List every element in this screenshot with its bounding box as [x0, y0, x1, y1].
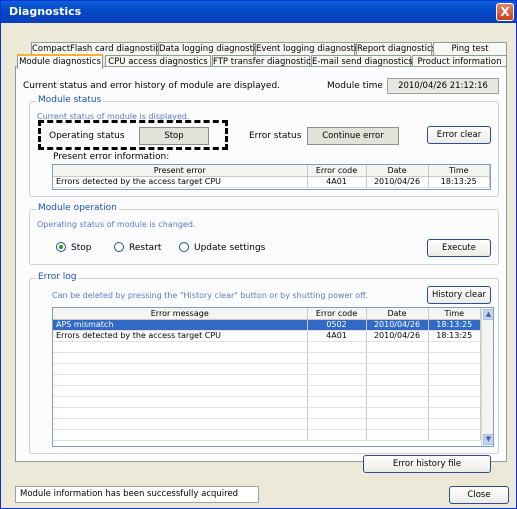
column-time: Time [428, 165, 490, 177]
cell-time: 18:13:25 [428, 176, 490, 188]
empty-row [53, 407, 481, 419]
empty-row [53, 418, 481, 430]
column-date: Date [366, 308, 429, 320]
cell-time: 18:13:25 [428, 330, 481, 342]
column-error-message: Error message [53, 308, 308, 320]
module-status-legend: Module status [36, 95, 104, 105]
title-bar: Diagnostics X [1, 1, 516, 23]
error-status-label: Error status [249, 131, 302, 141]
error-log-legend: Error log [36, 272, 79, 282]
table-row[interactable]: APS mismatch 0502 2010/04/26 18:13:25 [53, 319, 481, 331]
error-history-file-button[interactable]: Error history file [363, 455, 491, 473]
operating-status-label: Operating status [49, 131, 125, 141]
present-error-table: Present error Error code Date Time Error… [52, 164, 491, 190]
radio-restart[interactable] [114, 242, 124, 252]
radio-selected-dot [59, 245, 63, 249]
column-date: Date [366, 165, 429, 177]
tab-data-logging-diagnostics[interactable]: Data logging diagnostics [158, 42, 264, 56]
status-bar: Module information has been successfully… [15, 486, 259, 503]
empty-row [53, 396, 481, 408]
module-time-label: Module time [327, 81, 383, 91]
radio-stop-label[interactable]: Stop [71, 243, 91, 253]
tab-event-logging-diagnostics[interactable]: Event logging diagnostics [255, 42, 365, 56]
operating-status-value: Stop [139, 127, 209, 145]
error-status-value: Continue error [307, 127, 399, 145]
module-time-value: 2010/04/26 21:12:16 [387, 78, 499, 94]
radio-update-settings[interactable] [179, 242, 189, 252]
column-error-code: Error code [307, 165, 367, 177]
present-error-label: Present error information: [53, 152, 170, 162]
scroll-up-icon[interactable]: ▲ [483, 309, 493, 320]
radio-stop[interactable] [56, 242, 66, 252]
empty-row [53, 429, 481, 441]
scroll-down-icon[interactable]: ▼ [483, 434, 493, 445]
tab-ping-test[interactable]: Ping test [433, 42, 507, 56]
table-row[interactable]: Errors detected by the access target CPU… [53, 330, 481, 342]
cell-error-code: 4A01 [307, 330, 367, 342]
cell-date: 2010/04/26 [366, 319, 429, 331]
empty-row [53, 374, 481, 386]
empty-row [53, 363, 481, 375]
radio-update-settings-label[interactable]: Update settings [194, 243, 265, 253]
vertical-scrollbar[interactable]: ▲ ▼ [481, 308, 493, 446]
cell-time: 18:13:25 [428, 319, 481, 331]
error-clear-button[interactable]: Error clear [427, 126, 491, 144]
module-operation-note: Operating status of module is changed. [37, 220, 196, 229]
tab-report-diagnostics[interactable]: Report diagnostics [356, 42, 436, 56]
cell-error: Errors detected by the access target CPU [53, 176, 308, 188]
cell-error-code: 0502 [307, 319, 367, 331]
cell-error-message: APS mismatch [53, 319, 308, 331]
tab-module-diagnostics[interactable]: Module diagnostics [17, 54, 103, 69]
error-log-note: Can be deleted by pressing the "History … [52, 291, 369, 300]
cell-error-message: Errors detected by the access target CPU [53, 330, 308, 342]
diagnostics-window: Diagnostics X CompactFlash card diagnost… [0, 0, 517, 509]
error-log-table[interactable]: Error message Error code Date Time APS m… [52, 307, 494, 447]
module-operation-legend: Module operation [36, 203, 119, 213]
column-time: Time [428, 308, 481, 320]
cell-date: 2010/04/26 [366, 330, 429, 342]
execute-button[interactable]: Execute [427, 239, 491, 257]
empty-row [53, 341, 481, 353]
empty-row [53, 385, 481, 397]
close-window-icon[interactable]: X [496, 3, 514, 21]
description-text: Current status and error history of modu… [23, 81, 281, 91]
close-button[interactable]: Close [449, 486, 509, 504]
column-present-error: Present error [53, 165, 308, 177]
window-title: Diagnostics [9, 5, 82, 18]
cell-date: 2010/04/26 [366, 176, 429, 188]
table-row[interactable]: Errors detected by the access target CPU… [53, 176, 490, 188]
history-clear-button[interactable]: History clear [427, 286, 491, 304]
empty-row [53, 352, 481, 364]
cell-error-code: 4A01 [307, 176, 367, 188]
radio-restart-label[interactable]: Restart [129, 243, 161, 253]
column-error-code: Error code [307, 308, 367, 320]
